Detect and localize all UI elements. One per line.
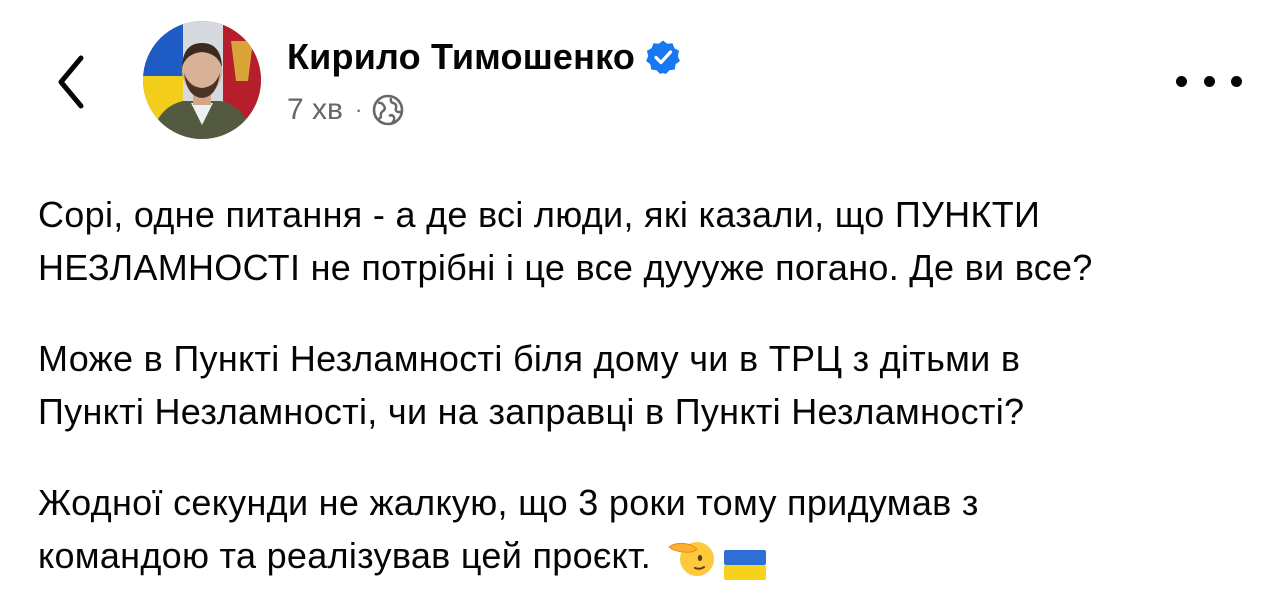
chevron-left-icon — [58, 55, 84, 109]
emoji-row — [667, 537, 767, 581]
more-horizontal-icon-dot — [1231, 75, 1242, 87]
post-time[interactable]: 7 хв — [287, 93, 343, 127]
post-meta: 7 хв · — [287, 90, 681, 130]
avatar[interactable] — [143, 21, 261, 139]
globe-icon[interactable] — [372, 94, 404, 126]
post-paragraph-last: Жодної секунди не жалкую, що 3 роки тому… — [38, 476, 1263, 582]
post-paragraph: Може в Пункті Незламності біля дому чи в… — [38, 338, 1025, 432]
verified-badge-icon — [645, 39, 681, 75]
more-horizontal-icon-dot — [1176, 75, 1187, 87]
author-row: Кирило Тимошенко — [287, 32, 681, 82]
more-options-button[interactable] — [1176, 66, 1242, 96]
author-block: Кирило Тимошенко 7 хв · — [287, 32, 681, 130]
author-name[interactable]: Кирило Тимошенко — [287, 36, 635, 78]
back-button[interactable] — [46, 50, 96, 114]
post-text: Сорі, одне питання - а де всі люди, які … — [38, 188, 1263, 582]
meta-separator: · — [354, 97, 363, 122]
more-horizontal-icon-dot — [1203, 75, 1215, 87]
post-paragraph-text: Жодної секунди не жалкую, що 3 роки тому… — [38, 482, 979, 576]
post-view: Кирило Тимошенко 7 хв · Сорі, одне питан… — [0, 0, 1280, 590]
saluting-face-emoji-icon — [667, 537, 717, 579]
ukraine-flag-emoji-icon — [723, 542, 767, 581]
post-paragraph: Сорі, одне питання - а де всі люди, які … — [38, 194, 1093, 288]
